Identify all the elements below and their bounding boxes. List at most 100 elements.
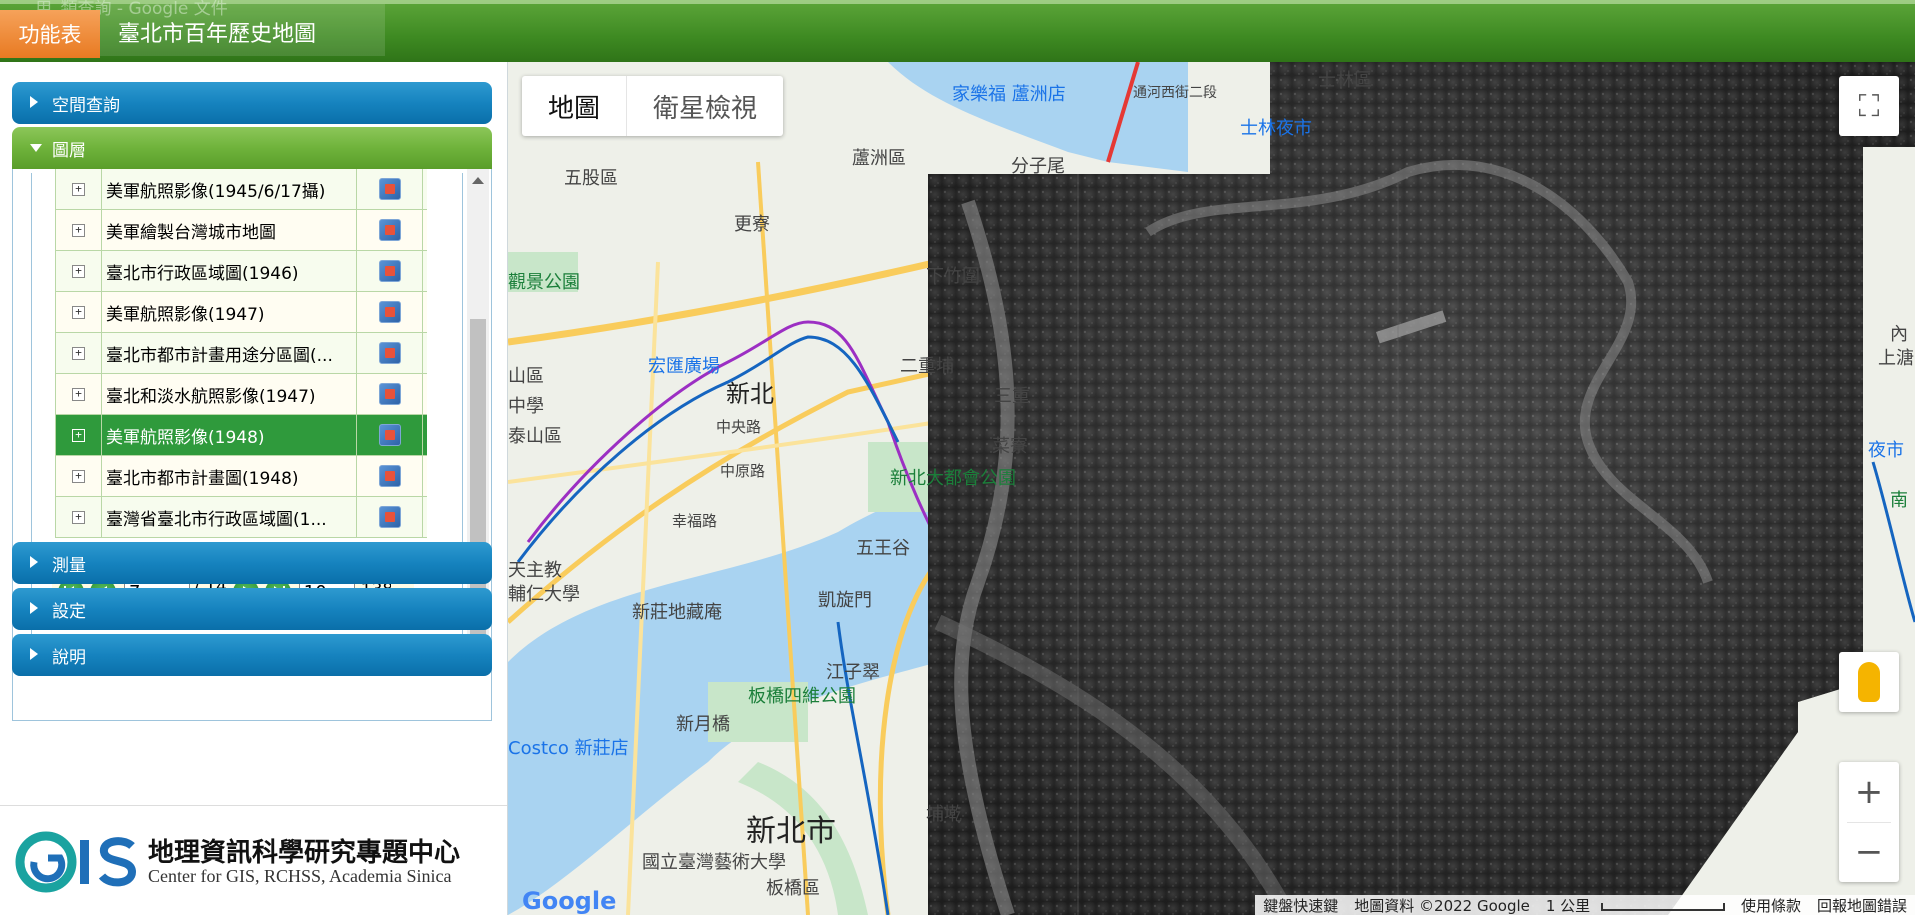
- accordion-label: 測量: [52, 555, 86, 576]
- map-label: 夜市: [1868, 440, 1904, 461]
- expand-cell: +: [56, 210, 102, 250]
- map-label: 蘆洲區: [852, 148, 906, 169]
- expand-icon[interactable]: +: [72, 182, 85, 196]
- layer-name: 臺北市都市計畫用途分區圖(...: [102, 333, 357, 373]
- layer-action-cell: [357, 251, 423, 291]
- layer-name: 臺北市都市計畫圖(1948): [102, 456, 357, 496]
- layer-row[interactable]: + 臺北市都市計畫圖(1948): [55, 456, 427, 497]
- expand-icon[interactable]: +: [72, 510, 85, 524]
- scale-label: 1 公里: [1545, 896, 1591, 915]
- map-label: 宏匯廣場: [648, 356, 720, 377]
- layer-add-icon[interactable]: [378, 260, 401, 282]
- fullscreen-button[interactable]: ⛶: [1839, 76, 1899, 136]
- layer-add-icon[interactable]: [378, 219, 401, 241]
- map-label: 天主教: [508, 560, 562, 581]
- layer-add-icon[interactable]: [378, 342, 401, 364]
- map-label: 家樂福 蘆洲店: [952, 84, 1066, 105]
- chevron-right-icon: [30, 556, 38, 568]
- layer-add-icon[interactable]: [378, 178, 401, 200]
- scale-bar[interactable]: 1 公里: [1546, 895, 1725, 916]
- chevron-right-icon: [30, 96, 38, 108]
- street-view-pegman[interactable]: [1839, 652, 1899, 712]
- expand-icon[interactable]: +: [72, 346, 85, 360]
- accordion-label: 圖層: [52, 140, 86, 161]
- layer-add-icon[interactable]: [378, 301, 401, 323]
- expand-icon[interactable]: +: [72, 264, 85, 278]
- map-label: 中原路: [720, 462, 766, 480]
- accordion-label: 空間查詢: [52, 95, 120, 116]
- layer-action-cell: [357, 333, 423, 373]
- layer-row[interactable]: + 臺北市行政區域圖(1946): [55, 251, 427, 292]
- expand-cell: +: [56, 456, 102, 496]
- accordion-measure[interactable]: 測量: [12, 542, 492, 584]
- expand-icon[interactable]: +: [72, 223, 85, 237]
- map-canvas[interactable]: 地圖 衛星檢視 士林區 家樂福 蘆洲店 通河西街二段 士林夜市 五股區 蘆洲區 …: [508, 62, 1915, 915]
- pegman-icon: [1858, 662, 1880, 702]
- layer-row[interactable]: + 臺北市都市計畫用途分區圖(...: [55, 333, 427, 374]
- map-label: 凱旋門: [818, 590, 872, 611]
- zoom-control: + −: [1839, 762, 1899, 882]
- expand-icon[interactable]: +: [72, 469, 85, 483]
- layer-name: 臺灣省臺北市行政區域圖(1...: [102, 497, 357, 537]
- map-label: 五王谷: [856, 538, 910, 559]
- layer-add-icon[interactable]: [378, 383, 401, 405]
- menu-button[interactable]: 功能表: [0, 10, 100, 58]
- layer-add-icon[interactable]: [378, 424, 401, 446]
- layer-action-cell: [357, 374, 423, 414]
- zoom-in-button[interactable]: +: [1847, 762, 1891, 823]
- layer-add-icon[interactable]: [378, 506, 401, 528]
- layer-add-icon[interactable]: [378, 465, 401, 487]
- map-label: 新北: [726, 380, 774, 408]
- map-label: 士林夜市: [1240, 118, 1312, 139]
- expand-cell: +: [56, 169, 102, 209]
- expand-cell: +: [56, 415, 102, 455]
- layer-row[interactable]: + 美軍航照影像(1947): [55, 292, 427, 333]
- expand-icon[interactable]: +: [72, 305, 85, 319]
- org-name-en: Center for GIS, RCHSS, Academia Sinica: [148, 866, 452, 886]
- zoom-out-button[interactable]: −: [1847, 823, 1891, 883]
- chevron-down-icon: [30, 144, 42, 152]
- terms-link[interactable]: 使用條款: [1741, 895, 1801, 916]
- map-data-text: 地圖資料 ©2022 Google: [1354, 896, 1530, 915]
- accordion-settings[interactable]: 設定: [12, 588, 492, 630]
- gis-logo-mark: [15, 831, 137, 893]
- expand-cell: +: [56, 251, 102, 291]
- expand-cell: +: [56, 333, 102, 373]
- keyboard-shortcuts-link[interactable]: 鍵盤快速鍵: [1263, 895, 1338, 916]
- app-title: 臺北市百年歷史地圖: [118, 22, 317, 47]
- layer-name: 美軍繪製台灣城市地圖: [102, 210, 357, 250]
- map-type-control: 地圖 衛星檢視: [522, 76, 784, 136]
- map-label: 泰山區: [508, 426, 562, 447]
- layer-name: 臺北和淡水航照影像(1947): [102, 374, 357, 414]
- map-label: 中學: [508, 396, 544, 417]
- layers-scrollbar[interactable]: [467, 169, 489, 659]
- accordion-label: 設定: [52, 601, 86, 622]
- org-footer: 地理資訊科學研究專題中心 Center for GIS, RCHSS, Acad…: [0, 805, 507, 916]
- expand-icon[interactable]: +: [72, 387, 85, 401]
- report-error-link[interactable]: 回報地圖錯誤: [1817, 895, 1907, 916]
- map-label: 板橋四維公園: [748, 686, 856, 707]
- map-label: 國立臺灣藝術大學: [642, 852, 786, 873]
- map-type-satellite-button[interactable]: 衛星檢視: [627, 76, 783, 136]
- layer-row[interactable]: + 美軍航照影像(1948): [55, 415, 427, 456]
- accordion-layers[interactable]: 圖層: [12, 127, 492, 169]
- map-label: 分子尾: [1011, 156, 1065, 177]
- map-label: 觀景公園: [508, 272, 580, 293]
- layer-row[interactable]: + 美軍繪製台灣城市地圖: [55, 210, 427, 251]
- layer-row[interactable]: + 臺北和淡水航照影像(1947): [55, 374, 427, 415]
- map-type-map-button[interactable]: 地圖: [522, 76, 628, 136]
- layer-row[interactable]: + 美軍航照影像(1945/6/17攝): [55, 169, 427, 210]
- map-label: 輔仁大學: [508, 584, 580, 605]
- base-map: [508, 62, 1915, 915]
- accordion-help[interactable]: 說明: [12, 634, 492, 676]
- scroll-up-icon[interactable]: [472, 177, 484, 184]
- map-label: 埔墘: [926, 804, 962, 825]
- map-label: 五股區: [564, 168, 618, 189]
- layer-action-cell: [357, 497, 423, 537]
- accordion-spatial-query[interactable]: 空間查詢: [12, 82, 492, 124]
- map-label: 菜寮: [992, 436, 1028, 457]
- map-attribution: 鍵盤快速鍵 地圖資料 ©2022 Google 1 公里 使用條款 回報地圖錯誤: [1255, 895, 1915, 915]
- layer-row[interactable]: + 臺灣省臺北市行政區域圖(1...: [55, 497, 427, 538]
- gis-logo: [14, 826, 142, 910]
- expand-icon[interactable]: +: [72, 428, 85, 442]
